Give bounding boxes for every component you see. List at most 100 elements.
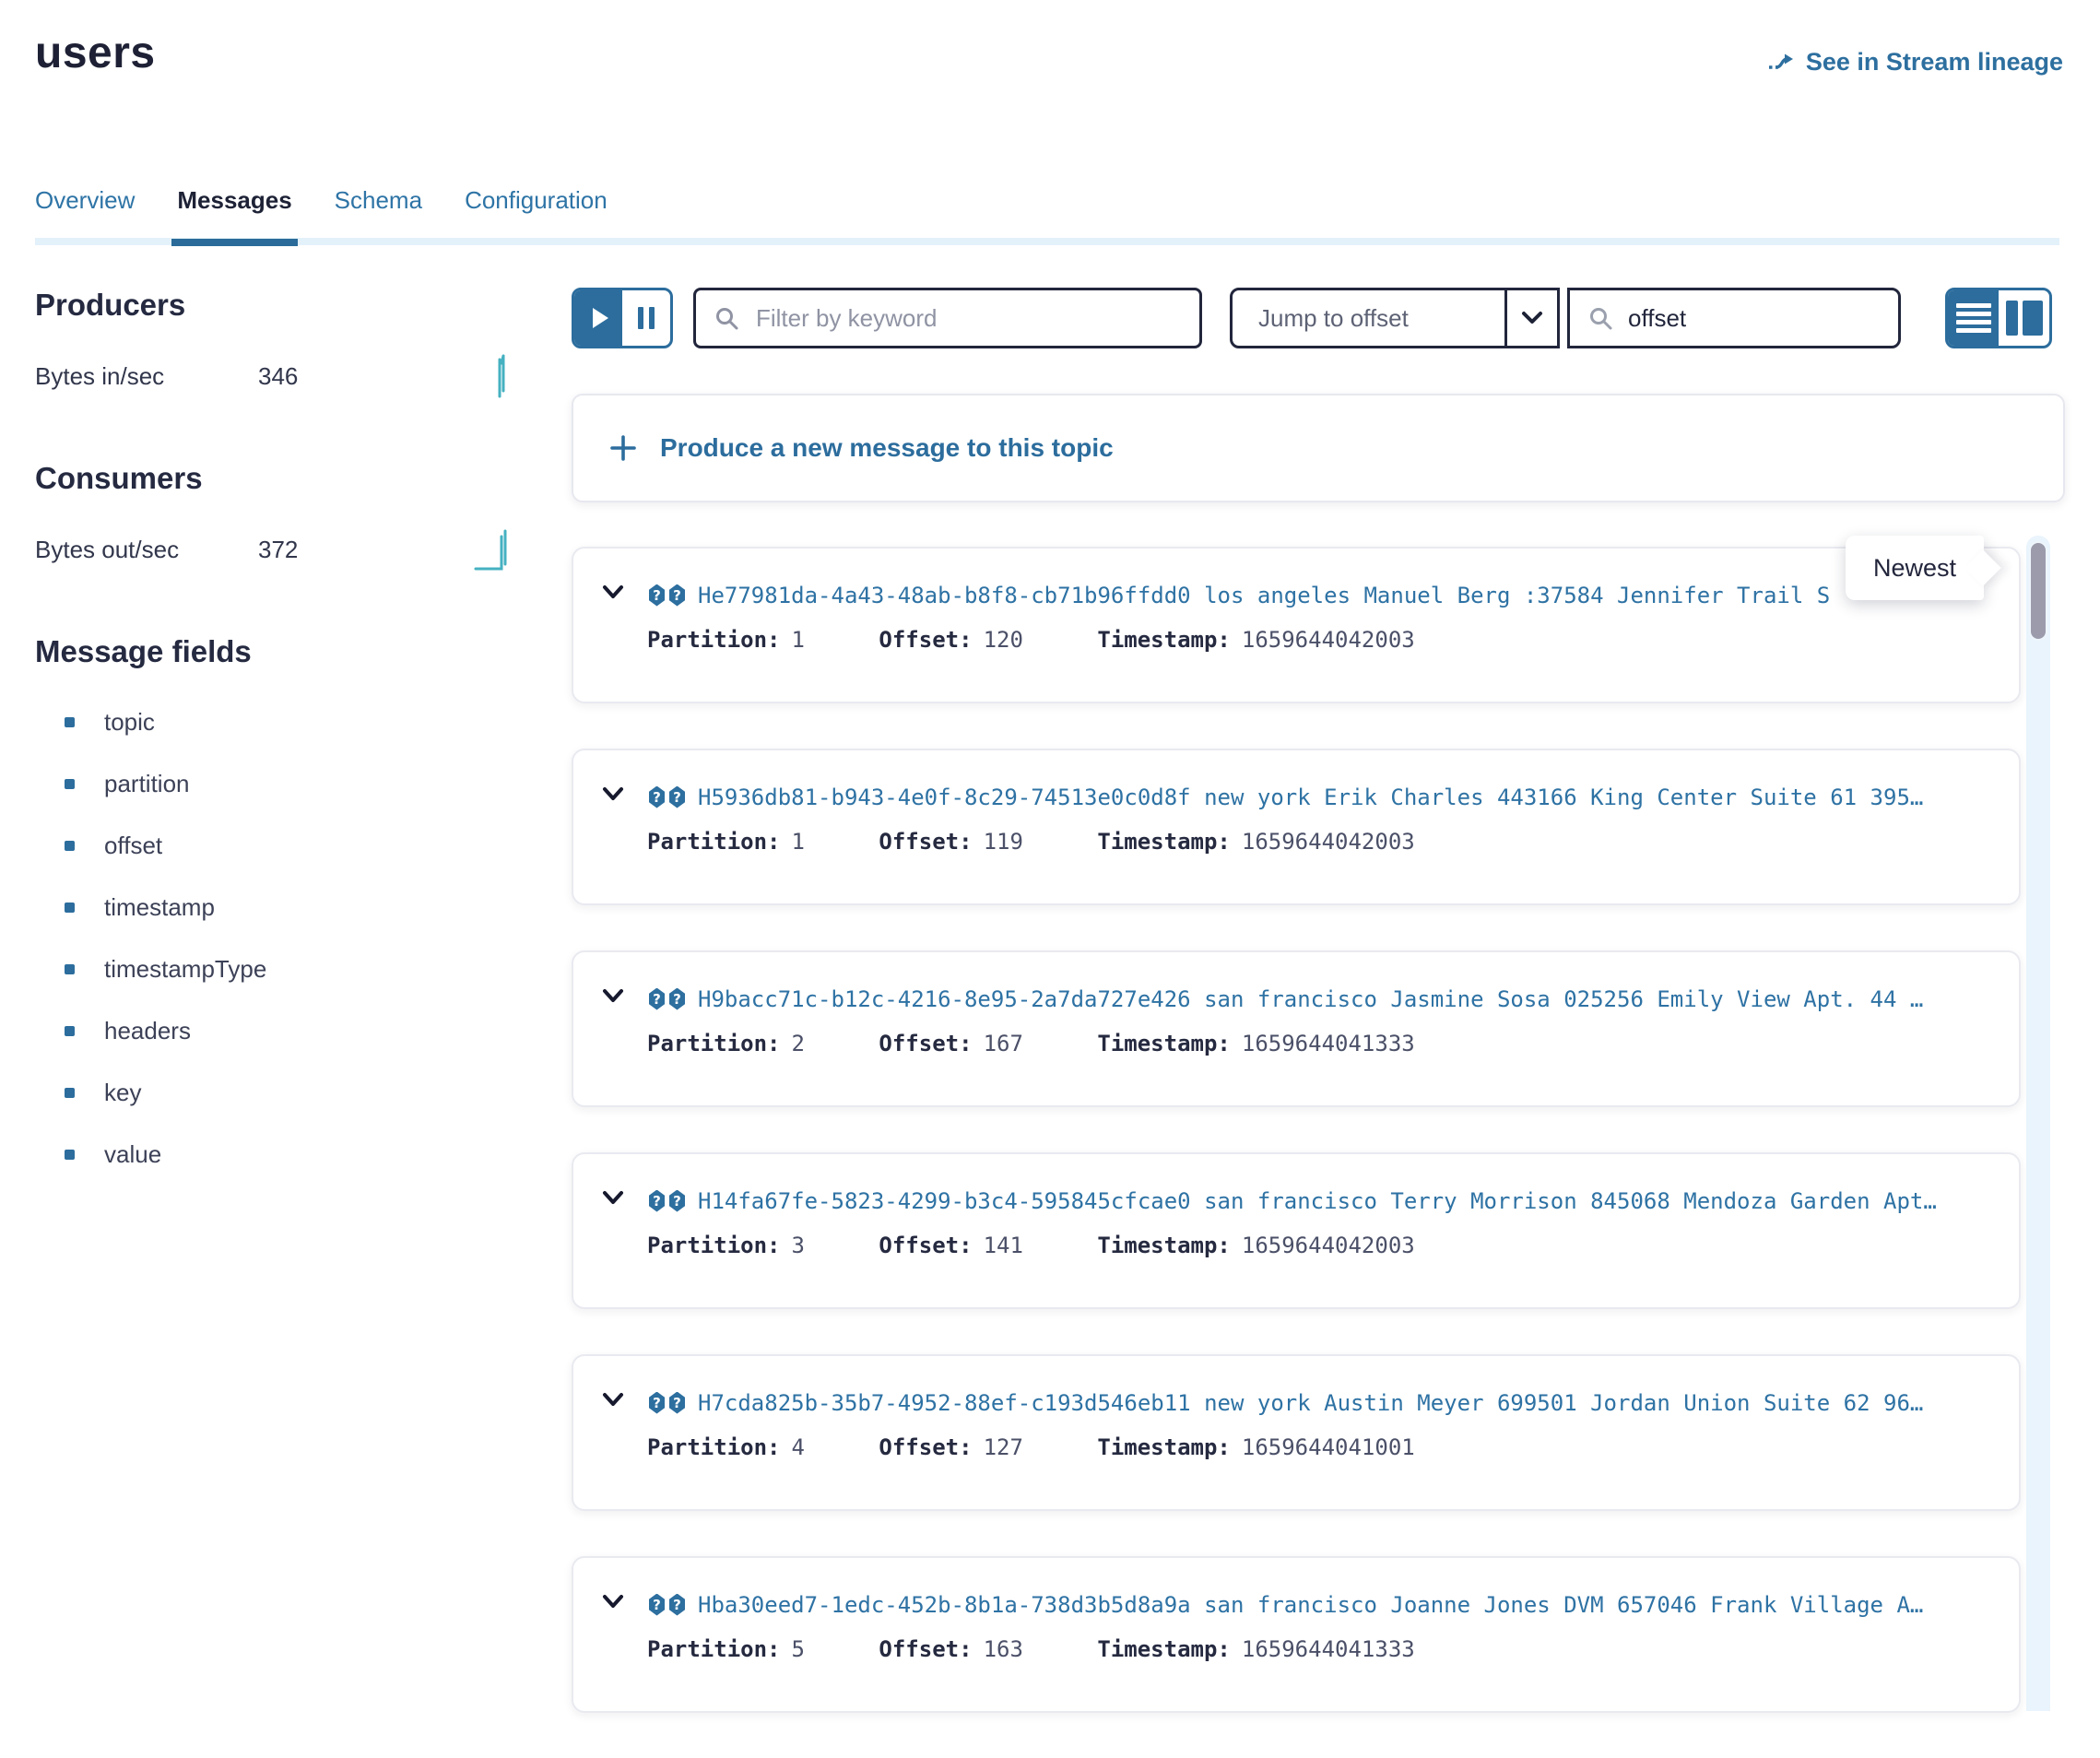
timestamp-value: 1659644042003 (1242, 1233, 1415, 1258)
bytes-in-value: 346 (258, 362, 298, 391)
message-key: H5936db81-b943-4e0f-8c29-74513e0c0d8f (698, 785, 1191, 810)
message-list-scrollbar[interactable] (2026, 536, 2050, 1711)
bytes-out-sparkline-icon (474, 524, 516, 576)
message-key: H9bacc71c-b12c-4216-8e95-2a7da727e426 (698, 986, 1191, 1012)
timestamp-label: Timestamp: (1097, 829, 1231, 855)
bytes-out-metric: Bytes out/sec 372 (35, 524, 516, 575)
field-item-value[interactable]: value (35, 1124, 516, 1186)
field-bullet-icon (65, 717, 75, 727)
notdef-glyph-icon: ? (669, 1392, 685, 1414)
scrollbar-thumb[interactable] (2029, 541, 2047, 641)
messages-toolbar: Jump to offset (572, 288, 2052, 348)
message-card[interactable]: ?? H5936db81-b943-4e0f-8c29-74513e0c0d8f… (572, 749, 2021, 905)
message-card[interactable]: ?? Hba30eed7-1edc-452b-8b1a-738d3b5d8a9a… (572, 1556, 2021, 1713)
message-key: H14fa67fe-5823-4299-b3c4-595845cfcae0 (698, 1188, 1191, 1214)
partition-label: Partition: (647, 627, 781, 653)
partition-label: Partition: (647, 1233, 781, 1258)
notdef-glyph-icon: ? (669, 1594, 685, 1616)
partition-value: 5 (792, 1636, 805, 1662)
notdef-glyph-icon: ? (669, 988, 685, 1010)
producers-heading: Producers (35, 288, 516, 323)
offset-label: Offset: (879, 829, 972, 855)
jump-to-offset-value: Jump to offset (1233, 290, 1504, 346)
offset-search (1567, 288, 1901, 348)
message-key: Hba30eed7-1edc-452b-8b1a-738d3b5d8a9a (698, 1592, 1191, 1618)
offset-label: Offset: (879, 1636, 972, 1662)
chevron-down-icon[interactable] (599, 985, 627, 1012)
notdef-glyph-icon: ? (669, 1190, 685, 1212)
chevron-down-icon[interactable] (599, 1187, 627, 1214)
timestamp-value: 1659644041333 (1242, 1636, 1415, 1662)
chevron-down-icon (1507, 290, 1557, 346)
pause-icon (638, 307, 655, 329)
field-item-timestamp[interactable]: timestamp (35, 877, 516, 938)
tab-configuration[interactable]: Configuration (465, 186, 608, 239)
newest-tooltip-label: Newest (1873, 554, 1956, 583)
partition-value: 4 (792, 1434, 805, 1460)
field-bullet-icon (65, 1150, 75, 1160)
split-view-button[interactable] (1999, 290, 2049, 346)
newest-tooltip: Newest (1846, 536, 1984, 600)
message-card[interactable]: ?? H14fa67fe-5823-4299-b3c4-595845cfcae0… (572, 1152, 2021, 1309)
field-item-headers[interactable]: headers (35, 1000, 516, 1062)
field-item-topic[interactable]: topic (35, 691, 516, 753)
offset-value: 120 (984, 627, 1023, 653)
timestamp-value: 1659644041333 (1242, 1031, 1415, 1056)
chevron-down-icon[interactable] (599, 1591, 627, 1618)
split-view-icon (2006, 301, 2043, 336)
message-preview: san francisco Terry Morrison 845068 Mend… (1204, 1188, 1937, 1214)
partition-value: 1 (792, 627, 805, 653)
partition-value: 2 (792, 1031, 805, 1056)
pause-button[interactable] (622, 290, 670, 346)
timestamp-value: 1659644042003 (1242, 627, 1415, 653)
field-item-timestampType[interactable]: timestampType (35, 938, 516, 1000)
notdef-glyph-icon: ? (649, 1392, 665, 1414)
produce-message-button[interactable]: Produce a new message to this topic (572, 394, 2065, 502)
message-card[interactable]: ?? H7cda825b-35b7-4952-88ef-c193d546eb11… (572, 1354, 2021, 1511)
stream-lineage-link[interactable]: See in Stream lineage (1767, 48, 2063, 77)
tab-messages[interactable]: Messages (177, 186, 291, 239)
partition-label: Partition: (647, 1636, 781, 1662)
list-view-button[interactable] (1948, 290, 1999, 346)
timestamp-label: Timestamp: (1097, 1233, 1231, 1258)
bytes-in-metric: Bytes in/sec 346 (35, 350, 516, 402)
partition-label: Partition: (647, 1434, 781, 1460)
stream-lineage-label: See in Stream lineage (1806, 48, 2063, 77)
bytes-in-sparkline-icon (479, 350, 516, 403)
keyword-filter (693, 288, 1202, 348)
jump-to-offset-select[interactable]: Jump to offset (1230, 288, 1560, 348)
message-card[interactable]: ?? He77981da-4a43-48ab-b8f8-cb71b96ffdd0… (572, 547, 2021, 703)
message-key: He77981da-4a43-48ab-b8f8-cb71b96ffdd0 (698, 583, 1191, 608)
offset-search-input[interactable] (1626, 303, 1898, 334)
message-fields-heading: Message fields (35, 634, 516, 669)
field-item-partition[interactable]: partition (35, 753, 516, 815)
tab-schema[interactable]: Schema (335, 186, 422, 239)
offset-label: Offset: (879, 1031, 972, 1056)
offset-value: 167 (984, 1031, 1023, 1056)
tab-bar: Overview Messages Schema Configuration (35, 186, 2059, 245)
consumers-heading: Consumers (35, 461, 516, 496)
tab-underline-track (35, 238, 2059, 245)
tab-overview[interactable]: Overview (35, 186, 135, 239)
partition-label: Partition: (647, 1031, 781, 1056)
offset-value: 141 (984, 1233, 1023, 1258)
chevron-down-icon[interactable] (599, 582, 627, 608)
page-title: users (35, 28, 156, 78)
message-fields-list: topic partition offset timestamp timesta… (35, 691, 516, 1186)
notdef-glyph-icon: ? (669, 584, 685, 607)
chevron-down-icon[interactable] (599, 784, 627, 810)
offset-value: 163 (984, 1636, 1023, 1662)
list-view-icon (1956, 303, 1991, 333)
play-button[interactable] (574, 290, 622, 346)
message-card[interactable]: ?? H9bacc71c-b12c-4216-8e95-2a7da727e426… (572, 950, 2021, 1107)
field-item-key[interactable]: key (35, 1062, 516, 1124)
filter-input[interactable] (754, 303, 1199, 334)
chevron-down-icon[interactable] (599, 1389, 627, 1416)
offset-label: Offset: (879, 1233, 972, 1258)
message-preview: new york Erik Charles 443166 King Center… (1204, 785, 1923, 810)
field-item-offset[interactable]: offset (35, 815, 516, 877)
timestamp-label: Timestamp: (1097, 1031, 1231, 1056)
partition-label: Partition: (647, 829, 781, 855)
stream-lineage-icon (1767, 51, 1795, 75)
timestamp-label: Timestamp: (1097, 1636, 1231, 1662)
